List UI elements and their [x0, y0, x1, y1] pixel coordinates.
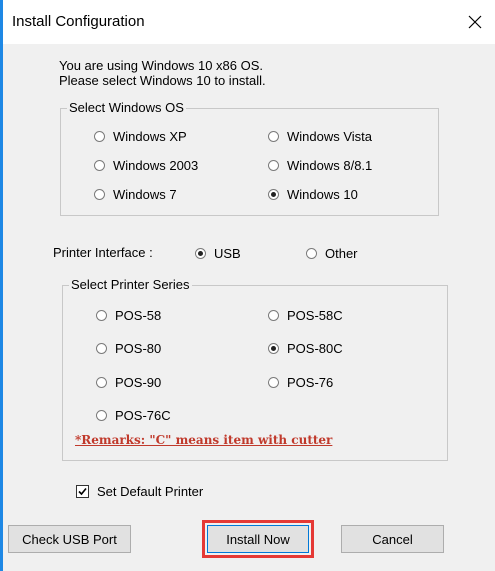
- close-icon: [468, 15, 482, 29]
- radio-button[interactable]: [96, 409, 107, 421]
- radio-pos-80[interactable]: POS-80: [96, 340, 161, 356]
- printer-series-group: Select Printer Series POS-58 POS-58C POS…: [62, 277, 448, 461]
- radio-label: POS-76: [287, 374, 334, 390]
- os-group: Select Windows OS Windows XP Windows Vis…: [60, 100, 439, 216]
- radio-pos-76c[interactable]: POS-76C: [96, 407, 171, 423]
- radio-windows-8[interactable]: Windows 8/8.1: [268, 157, 372, 173]
- radio-button[interactable]: [94, 159, 105, 171]
- check-usb-port-button[interactable]: Check USB Port: [8, 525, 131, 553]
- radio-pos-80c[interactable]: POS-80C: [268, 340, 343, 356]
- radio-button[interactable]: [268, 309, 279, 321]
- radio-button[interactable]: [94, 188, 105, 200]
- radio-button[interactable]: [94, 130, 105, 142]
- radio-button[interactable]: [268, 159, 279, 171]
- radio-button[interactable]: [268, 376, 279, 388]
- printer-interface-label: Printer Interface :: [53, 245, 153, 260]
- radio-label: POS-58: [115, 307, 162, 323]
- checkbox[interactable]: [76, 485, 89, 498]
- radio-windows-vista[interactable]: Windows Vista: [268, 128, 372, 144]
- radio-label: Other: [325, 245, 358, 261]
- cancel-button[interactable]: Cancel: [341, 525, 444, 553]
- title-bar: Install Configuration: [3, 0, 495, 44]
- radio-label: Windows 8/8.1: [287, 157, 373, 173]
- radio-label: POS-90: [115, 374, 162, 390]
- checkmark-icon: [78, 487, 87, 496]
- radio-label: Windows Vista: [287, 128, 373, 144]
- radio-pos-58[interactable]: POS-58: [96, 307, 161, 323]
- os-info-line-2: Please select Windows 10 to install.: [59, 73, 266, 88]
- dialog-body: You are using Windows 10 x86 OS. Please …: [3, 44, 495, 571]
- window-title: Install Configuration: [12, 13, 145, 30]
- radio-label: POS-58C: [287, 307, 343, 323]
- radio-label: USB: [214, 245, 241, 261]
- radio-windows-10[interactable]: Windows 10: [268, 186, 358, 202]
- os-info-line-1: You are using Windows 10 x86 OS.: [59, 58, 264, 73]
- radio-interface-usb[interactable]: USB: [195, 245, 241, 261]
- radio-button[interactable]: [96, 309, 107, 321]
- radio-windows-2003[interactable]: Windows 2003: [94, 157, 198, 173]
- radio-label: Windows XP: [113, 128, 187, 144]
- radio-interface-other[interactable]: Other: [306, 245, 358, 261]
- os-group-label: Select Windows OS: [67, 100, 186, 115]
- radio-button[interactable]: [96, 376, 107, 388]
- cutter-remarks-note: *Remarks: "C" means item with cutter: [75, 433, 333, 447]
- radio-windows-xp[interactable]: Windows XP: [94, 128, 187, 144]
- radio-button-selected[interactable]: [268, 188, 279, 200]
- radio-label: Windows 2003: [113, 157, 199, 173]
- install-now-highlight-box: [202, 520, 314, 558]
- radio-pos-58c[interactable]: POS-58C: [268, 307, 343, 323]
- radio-pos-76[interactable]: POS-76: [268, 374, 333, 390]
- radio-button-selected[interactable]: [268, 342, 279, 354]
- radio-button[interactable]: [96, 342, 107, 354]
- radio-button[interactable]: [306, 247, 317, 259]
- checkbox-label: Set Default Printer: [97, 484, 204, 499]
- radio-label: POS-80C: [287, 340, 343, 356]
- radio-label: POS-80: [115, 340, 162, 356]
- radio-button-selected[interactable]: [195, 247, 206, 259]
- radio-windows-7[interactable]: Windows 7: [94, 186, 177, 202]
- set-default-printer-checkbox[interactable]: Set Default Printer: [76, 484, 203, 499]
- radio-label: Windows 10: [287, 186, 358, 202]
- radio-button[interactable]: [268, 130, 279, 142]
- radio-pos-90[interactable]: POS-90: [96, 374, 161, 390]
- printer-series-group-label: Select Printer Series: [69, 277, 192, 292]
- radio-label: POS-76C: [115, 407, 171, 423]
- close-button[interactable]: [455, 6, 495, 38]
- radio-label: Windows 7: [113, 186, 177, 202]
